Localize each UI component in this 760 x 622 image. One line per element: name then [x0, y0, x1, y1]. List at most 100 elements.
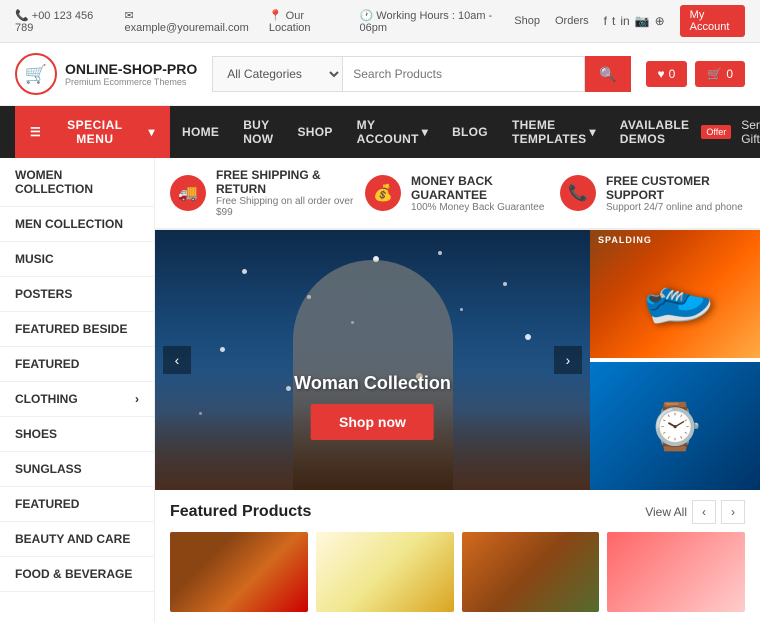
product-card-1[interactable]	[170, 532, 308, 612]
sidebar-label: FEATURED BESIDE	[15, 322, 127, 336]
my-account-button[interactable]: My Account	[680, 5, 745, 37]
header: 🛒 ONLINE-SHOP-PRO Premium Ecommerce Them…	[0, 43, 760, 106]
shop-now-button[interactable]: Shop now	[311, 404, 434, 440]
featured-next-button[interactable]: ›	[721, 500, 745, 524]
sidebar-label: MUSIC	[15, 252, 54, 266]
nav-blog[interactable]: BLOG	[440, 113, 500, 151]
logo: 🛒 ONLINE-SHOP-PRO Premium Ecommerce Them…	[15, 53, 197, 95]
support-icon: 📞	[560, 175, 596, 211]
feature-support-title: FREE CUSTOMER SUPPORT	[606, 174, 745, 202]
hero-text: Woman Collection Shop now	[294, 373, 451, 440]
slider-next-button[interactable]: ›	[554, 346, 582, 374]
cart-count: 0	[726, 67, 733, 81]
location-icon: 📍	[269, 10, 283, 22]
wishlist-count: 0	[669, 67, 676, 81]
heart-icon: ♥	[658, 67, 665, 81]
social-icons: f t in 📷 ⊕	[604, 14, 665, 28]
orders-link[interactable]: Orders	[555, 15, 589, 27]
sidebar-label: FOOD & BEVERAGE	[15, 567, 132, 581]
sidebar-item-food-beverage[interactable]: FOOD & BEVERAGE	[0, 557, 154, 592]
nav-buy-now[interactable]: BUY NOW	[231, 106, 285, 158]
nav-theme-templates[interactable]: THEME TEMPLATES ▾	[500, 106, 608, 158]
cart-logo-icon: 🛒	[25, 64, 47, 85]
linkedin-icon[interactable]: in	[620, 14, 629, 28]
chevron-down-icon: ▾	[148, 125, 155, 139]
cart-button[interactable]: 🛒 0	[695, 61, 745, 87]
category-select[interactable]: All Categories	[212, 56, 342, 92]
header-icons: ♥ 0 🛒 0	[646, 61, 745, 87]
feature-money-back-desc: 100% Money Back Guarantee	[411, 202, 550, 213]
nav-home[interactable]: HOME	[170, 113, 231, 151]
feature-money-back-text: MONEY BACK GUARANTEE 100% Money Back Gua…	[411, 174, 550, 213]
hero-area: Woman Collection Shop now ‹ › 👟 SPALDING	[155, 230, 760, 490]
sidebar-label: MEN COLLECTION	[15, 217, 123, 231]
sidebar-label: FEATURED	[15, 497, 79, 511]
logo-icon: 🛒	[15, 53, 57, 95]
product-card-4[interactable]	[607, 532, 745, 612]
search-button[interactable]: 🔍	[585, 56, 630, 92]
slider-prev-button[interactable]: ‹	[163, 346, 191, 374]
nav-links: HOME BUY NOW SHOP MY ACCOUNT ▾ BLOG THEM…	[170, 106, 701, 158]
main-content: WOMEN COLLECTION MEN COLLECTION MUSIC PO…	[0, 158, 760, 622]
special-menu-button[interactable]: ☰ SPECIAL MENU ▾	[15, 106, 170, 158]
featured-prev-button[interactable]: ‹	[692, 500, 716, 524]
rss-icon[interactable]: ⊕	[655, 14, 665, 28]
chevron-down-icon: ▾	[422, 125, 428, 139]
logo-sub-text: Premium Ecommerce Themes	[65, 77, 197, 87]
shoe-emoji: 👟	[632, 252, 719, 337]
feature-support-text: FREE CUSTOMER SUPPORT Support 24/7 onlin…	[606, 174, 745, 213]
side-image-shoe[interactable]: 👟 SPALDING	[590, 230, 760, 358]
sidebar-item-beauty-care[interactable]: BEAUTY AND CARE	[0, 522, 154, 557]
location: 📍 Our Location	[269, 9, 345, 34]
shop-link[interactable]: Shop	[514, 15, 540, 27]
top-bar-right: Shop Orders f t in 📷 ⊕ My Account	[514, 5, 745, 37]
product-card-3[interactable]	[462, 532, 600, 612]
email: ✉ example@youremail.com	[124, 9, 253, 34]
sidebar-item-clothing[interactable]: CLOTHING ›	[0, 382, 154, 417]
nav-bar: ☰ SPECIAL MENU ▾ HOME BUY NOW SHOP MY AC…	[0, 106, 760, 158]
sidebar-item-sunglass[interactable]: SUNGLASS	[0, 452, 154, 487]
watch-emoji: ⌚	[647, 400, 703, 453]
money-back-icon: 💰	[365, 175, 401, 211]
view-all-area: View All ‹ ›	[645, 500, 745, 524]
chevron-down-icon: ▾	[589, 125, 595, 139]
sidebar-item-featured-1[interactable]: FEATURED	[0, 347, 154, 382]
spalding-label: SPALDING	[598, 235, 652, 245]
sidebar-item-posters[interactable]: POSTERS	[0, 277, 154, 312]
sidebar-label: CLOTHING	[15, 392, 78, 406]
hero-collection-title: Woman Collection	[294, 373, 451, 394]
sidebar-item-women-collection[interactable]: WOMEN COLLECTION	[0, 158, 154, 207]
sidebar-label: SHOES	[15, 427, 57, 441]
product-card-2[interactable]	[316, 532, 454, 612]
wishlist-button[interactable]: ♥ 0	[646, 61, 688, 87]
instagram-icon[interactable]: 📷	[635, 14, 650, 28]
featured-title: Featured Products	[170, 503, 311, 521]
nav-my-account[interactable]: MY ACCOUNT ▾	[345, 106, 440, 158]
sidebar-item-featured-2[interactable]: FEATURED	[0, 487, 154, 522]
email-icon: ✉	[124, 10, 133, 22]
top-bar: 📞 +00 123 456 789 ✉ example@youremail.co…	[0, 0, 760, 43]
sidebar-item-featured-beside[interactable]: FEATURED BESIDE	[0, 312, 154, 347]
shipping-icon: 🚚	[170, 175, 206, 211]
cart-icon: 🛒	[707, 67, 722, 81]
search-area: All Categories 🔍	[212, 56, 630, 92]
view-all-link[interactable]: View All	[645, 505, 687, 519]
logo-text: ONLINE-SHOP-PRO Premium Ecommerce Themes	[65, 61, 197, 88]
search-input[interactable]	[342, 56, 585, 92]
sidebar-item-music[interactable]: MUSIC	[0, 242, 154, 277]
feature-shipping: 🚚 FREE SHIPPING & RETURN Free Shipping o…	[170, 168, 355, 218]
twitter-icon[interactable]: t	[612, 14, 615, 28]
product-grid	[170, 532, 745, 612]
side-image-watch[interactable]: ⌚	[590, 362, 760, 490]
send-gift-link[interactable]: Send Gift	[731, 106, 760, 158]
featured-header: Featured Products View All ‹ ›	[170, 500, 745, 524]
nav-available-demos[interactable]: AVAILABLE DEMOS	[608, 106, 702, 158]
sidebar: WOMEN COLLECTION MEN COLLECTION MUSIC PO…	[0, 158, 155, 622]
sidebar-item-men-collection[interactable]: MEN COLLECTION	[0, 207, 154, 242]
nav-shop[interactable]: SHOP	[285, 113, 344, 151]
offer-badge: Offer	[701, 125, 731, 139]
sidebar-item-shoes[interactable]: SHOES	[0, 417, 154, 452]
facebook-icon[interactable]: f	[604, 14, 607, 28]
sidebar-label: FEATURED	[15, 357, 79, 371]
side-images: 👟 SPALDING ⌚	[590, 230, 760, 490]
